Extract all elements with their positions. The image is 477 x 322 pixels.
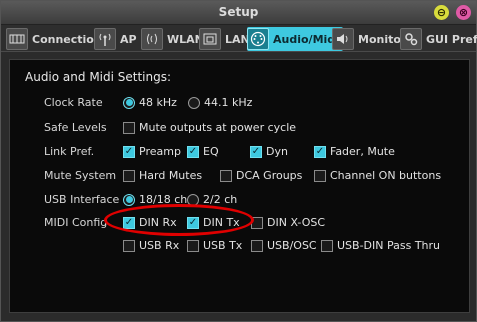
checkmark-icon: ✓: [314, 145, 326, 158]
checkmark-icon: ✓: [187, 145, 199, 158]
tab-monitor[interactable]: Monitor: [332, 27, 406, 51]
checkbox-label: Preamp: [139, 145, 181, 158]
checkbox-label: Channel ON buttons: [330, 169, 442, 182]
tab-label: AP: [120, 32, 137, 46]
checkbox-unchecked-icon: [123, 169, 135, 182]
tab-ap[interactable]: AP: [94, 27, 137, 51]
title-bar: Setup ⊖ ⊗: [1, 1, 476, 25]
checkbox-label: Hard Mutes: [139, 169, 203, 182]
checkbox-label: Mute outputs at power cycle: [139, 121, 297, 134]
checkmark-icon: ✓: [250, 145, 262, 158]
preamp-checkbox[interactable]: ✓ Preamp: [123, 145, 181, 158]
checkbox-label: EQ: [203, 145, 219, 158]
checkbox-unchecked-icon: [220, 169, 232, 182]
tab-label: Connection: [32, 32, 102, 46]
section-title: Audio and Midi Settings:: [25, 70, 172, 84]
link-pref-label: Link Pref.: [44, 145, 95, 158]
connection-icon: [6, 28, 28, 50]
mute-system-label: Mute System: [44, 169, 117, 182]
checkbox-unchecked-icon: [123, 121, 135, 134]
checkbox-unchecked-icon: [123, 239, 135, 252]
tab-gui-prefs[interactable]: GUI Prefs: [400, 27, 477, 51]
channel-on-buttons-checkbox[interactable]: Channel ON buttons: [314, 169, 441, 182]
close-icon: ⊗: [458, 6, 469, 19]
hard-mutes-checkbox[interactable]: Hard Mutes: [123, 169, 202, 182]
usb-interface-label: USB Interface: [44, 193, 120, 206]
clock-44khz-radio[interactable]: 44.1 kHz: [188, 96, 252, 109]
tab-bar: Connection AP WLAN LAN Audio/Midi Monito…: [1, 25, 477, 52]
checkbox-label: DIN Tx: [203, 216, 240, 229]
din-x-osc-checkbox[interactable]: DIN X-OSC: [251, 216, 325, 229]
dca-groups-checkbox[interactable]: DCA Groups: [220, 169, 302, 182]
usb-tx-checkbox[interactable]: USB Tx: [187, 239, 242, 252]
dyn-checkbox[interactable]: ✓ Dyn: [250, 145, 288, 158]
checkbox-label: USB Rx: [139, 239, 180, 252]
checkmark-icon: ✓: [123, 145, 135, 158]
checkbox-label: USB/OSC: [267, 239, 317, 252]
checkbox-label: Dyn: [266, 145, 288, 158]
usb-din-pass-thru-checkbox[interactable]: USB-DIN Pass Thru: [321, 239, 440, 252]
radio-unselected-icon: [187, 193, 199, 206]
fader-mute-checkbox[interactable]: ✓ Fader, Mute: [314, 145, 395, 158]
usb-osc-checkbox[interactable]: USB/OSC: [251, 239, 317, 252]
ap-antenna-icon: [94, 28, 116, 50]
clock-48khz-radio[interactable]: 48 kHz: [123, 96, 177, 109]
checkbox-label: DIN X-OSC: [267, 216, 326, 229]
radio-selected-icon: [123, 96, 135, 109]
minimize-icon: ⊖: [436, 6, 447, 19]
checkbox-unchecked-icon: [187, 239, 199, 252]
midi-config-label: MIDI Config: [44, 216, 108, 229]
checkbox-unchecked-icon: [251, 216, 263, 229]
radio-label: 48 kHz: [139, 96, 177, 109]
tab-audio-midi[interactable]: Audio/Midi: [247, 27, 343, 51]
checkbox-label: DCA Groups: [236, 169, 303, 182]
checkbox-label: Fader, Mute: [330, 145, 395, 158]
eq-checkbox[interactable]: ✓ EQ: [187, 145, 219, 158]
safe-levels-label: Safe Levels: [44, 121, 107, 134]
speaker-icon: [332, 28, 354, 50]
radio-label: 18/18 ch: [139, 193, 188, 206]
mute-outputs-checkbox[interactable]: Mute outputs at power cycle: [123, 121, 296, 134]
din-tx-checkbox[interactable]: ✓ DIN Tx: [187, 216, 240, 229]
usb-rx-checkbox[interactable]: USB Rx: [123, 239, 179, 252]
checkmark-icon: ✓: [123, 216, 135, 229]
tab-wlan[interactable]: WLAN: [141, 27, 204, 51]
tab-label: GUI Prefs: [426, 32, 477, 46]
clock-rate-label: Clock Rate: [44, 96, 103, 109]
radio-unselected-icon: [188, 96, 200, 109]
usb-2ch-radio[interactable]: 2/2 ch: [187, 193, 237, 206]
setup-window: Setup ⊖ ⊗ Connection AP WLAN LAN Audio/M…: [0, 0, 477, 322]
radio-selected-icon: [123, 193, 135, 206]
checkmark-icon: ✓: [187, 216, 199, 229]
radio-label: 2/2 ch: [203, 193, 238, 206]
minimize-button[interactable]: ⊖: [434, 5, 449, 20]
checkbox-unchecked-icon: [251, 239, 263, 252]
wlan-icon: [141, 28, 163, 50]
radio-label: 44.1 kHz: [204, 96, 253, 109]
din-rx-checkbox[interactable]: ✓ DIN Rx: [123, 216, 177, 229]
checkbox-label: USB-DIN Pass Thru: [337, 239, 441, 252]
window-title: Setup: [218, 5, 259, 19]
tab-lan[interactable]: LAN: [199, 27, 250, 51]
tab-label: Audio/Midi: [273, 32, 339, 46]
checkbox-unchecked-icon: [314, 169, 326, 182]
checkbox-label: USB Tx: [203, 239, 243, 252]
midi-connector-icon: [247, 28, 269, 50]
gears-icon: [400, 28, 422, 50]
checkbox-unchecked-icon: [321, 239, 333, 252]
lan-icon: [199, 28, 221, 50]
close-button[interactable]: ⊗: [456, 5, 471, 20]
usb-18ch-radio[interactable]: 18/18 ch: [123, 193, 187, 206]
tab-connection[interactable]: Connection: [6, 27, 102, 51]
checkbox-label: DIN Rx: [139, 216, 177, 229]
